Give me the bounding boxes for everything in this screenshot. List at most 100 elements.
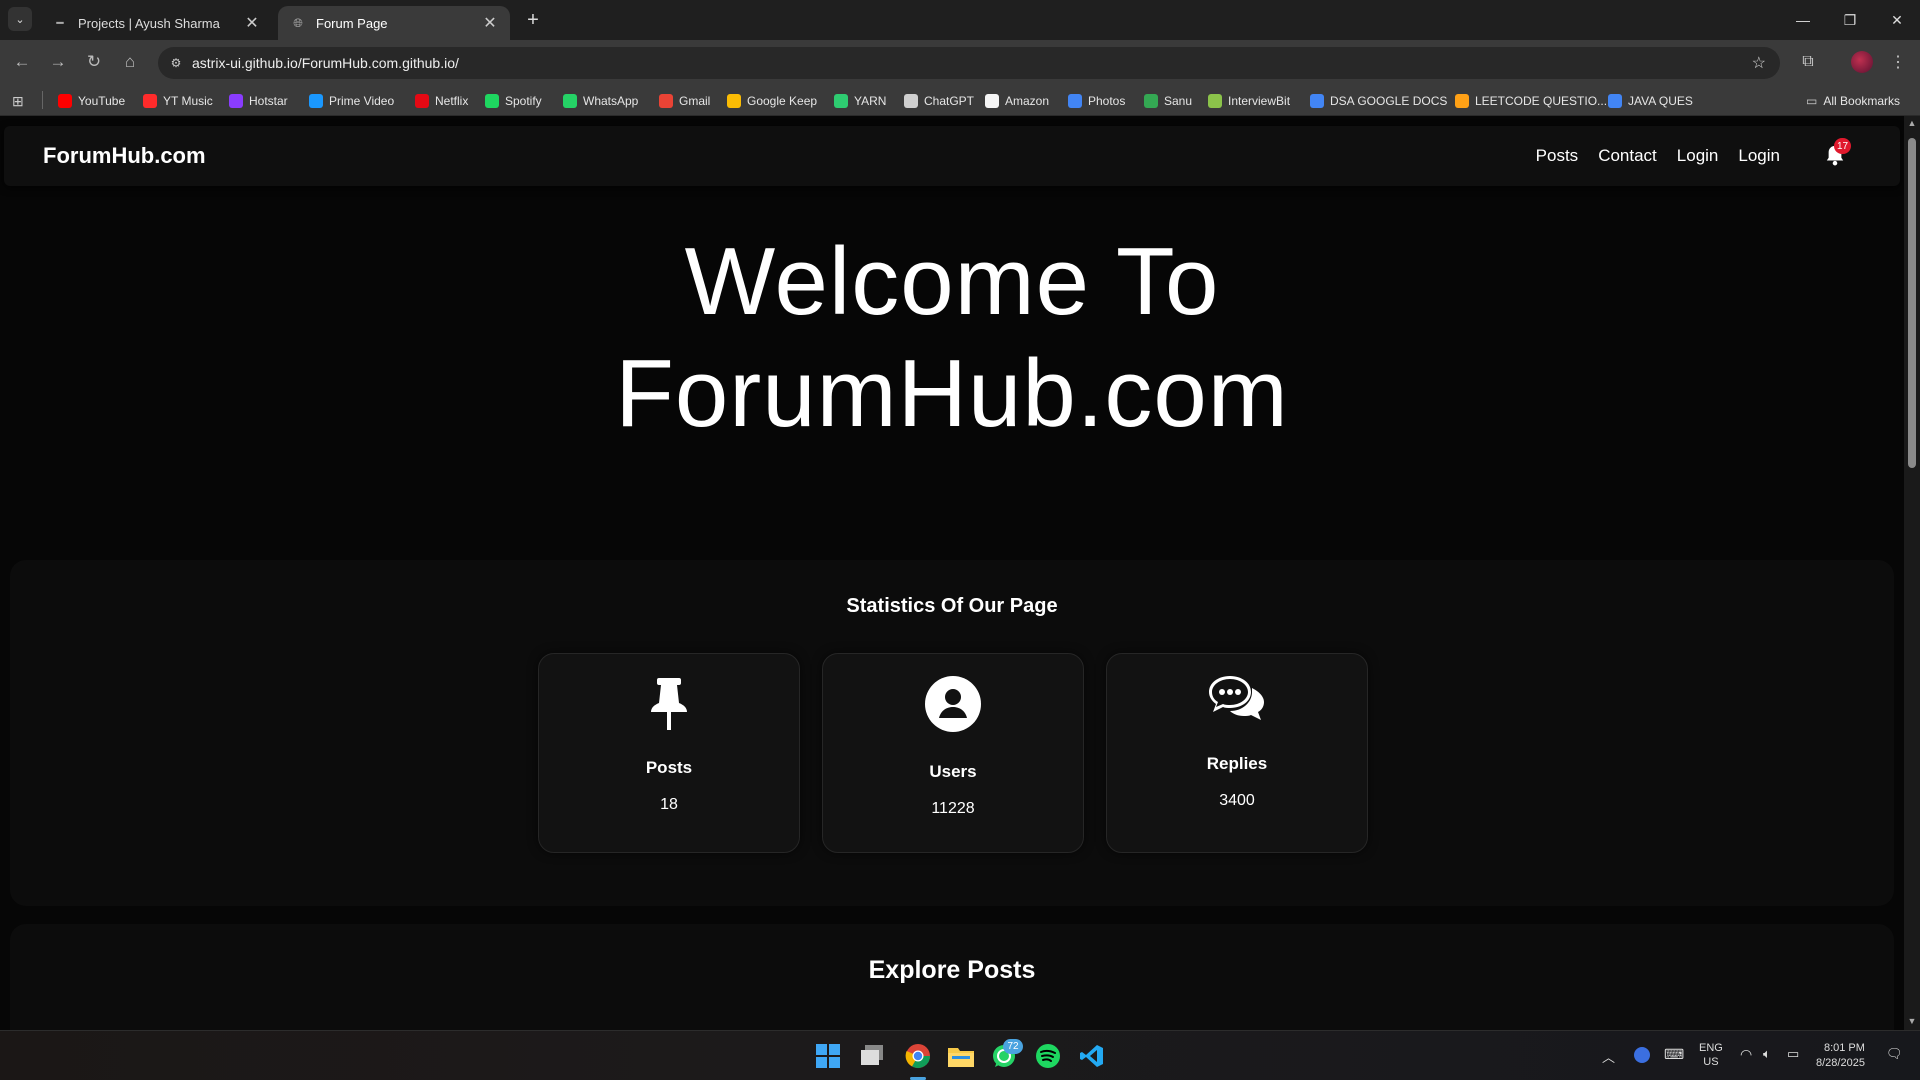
bookmark-label: Google Keep — [747, 94, 818, 108]
vscode-icon[interactable] — [1078, 1042, 1106, 1070]
stat-label-users: Users — [929, 762, 977, 781]
bookmark-favicon-icon — [415, 94, 429, 108]
bookmark-item[interactable]: YT Music — [143, 92, 213, 110]
battery-icon[interactable]: ▭ — [1787, 1046, 1799, 1062]
bookmark-favicon-icon — [309, 94, 323, 108]
bookmark-item[interactable]: Amazon — [985, 92, 1049, 110]
scroll-down-icon[interactable]: ▼ — [1907, 1016, 1917, 1026]
all-bookmarks-label: All Bookmarks — [1823, 94, 1901, 108]
bookmark-item[interactable]: DSA GOOGLE DOCS — [1310, 92, 1447, 110]
tray-app-icon[interactable] — [1634, 1047, 1650, 1063]
bookmark-favicon-icon — [834, 94, 848, 108]
bookmark-label: Sanu — [1164, 94, 1193, 108]
site-brand[interactable]: ForumHub.com — [43, 143, 206, 169]
wifi-icon[interactable]: ◠ — [1740, 1046, 1752, 1063]
statistics-section: Statistics Of Our Page Posts 18 Users 11… — [10, 560, 1894, 906]
tab-search-button[interactable]: ⌄ — [8, 7, 32, 31]
speaker-muted-icon[interactable]: 🔈︎ — [1763, 1046, 1771, 1062]
bookmarks-divider — [42, 91, 43, 109]
site-navbar: ForumHub.com Posts Contact Login Login — [4, 126, 1900, 186]
scroll-up-icon[interactable]: ▲ — [1907, 118, 1917, 128]
nav-login-link[interactable]: Login — [1677, 146, 1719, 166]
bookmark-favicon-icon — [1608, 94, 1622, 108]
bookmark-label: YouTube — [78, 94, 126, 108]
tab-projects[interactable]: ━ Projects | Ayush Sharma ✕ — [40, 6, 272, 40]
reload-icon[interactable]: ↻ — [82, 50, 106, 74]
stat-card-replies: Replies 3400 — [1106, 653, 1368, 853]
url-text[interactable]: astrix-ui.github.io/ForumHub.com.github.… — [192, 55, 459, 71]
nav-login-link-2[interactable]: Login — [1738, 146, 1780, 166]
time-label: 8:01 PM — [1823, 1042, 1865, 1054]
bookmark-label: Prime Video — [329, 94, 395, 108]
bookmark-item[interactable]: Hotstar — [229, 92, 288, 110]
address-bar[interactable]: ⚙ astrix-ui.github.io/ForumHub.com.githu… — [158, 47, 1780, 79]
profile-avatar[interactable] — [1851, 51, 1873, 73]
task-view-icon[interactable] — [859, 1042, 887, 1070]
notification-badge: 17 — [1834, 138, 1852, 154]
new-tab-button[interactable]: + — [520, 7, 546, 33]
clock[interactable]: 8:01 PM 8/28/2025 — [1816, 1041, 1865, 1071]
bookmark-favicon-icon — [1310, 94, 1324, 108]
notifications-icon[interactable]: 🗨︎ — [1886, 1046, 1903, 1062]
nav-contact-link[interactable]: Contact — [1598, 146, 1657, 166]
page-scrollbar[interactable]: ▲ ▼ — [1904, 116, 1920, 1030]
extensions-icon[interactable]: ⧉ — [1796, 50, 1820, 74]
tab-forum-page[interactable]: 🌐︎ Forum Page ✕ — [278, 6, 510, 40]
stat-label-replies: Replies — [1206, 754, 1268, 773]
site-info-icon[interactable]: ⚙ — [168, 55, 184, 71]
bookmark-label: DSA GOOGLE DOCS — [1330, 94, 1448, 108]
stat-value-replies: 3400 — [1219, 792, 1255, 809]
bookmark-item[interactable]: LEETCODE QUESTIO... — [1455, 92, 1607, 110]
bookmark-item[interactable]: WhatsApp — [563, 92, 638, 110]
restore-icon[interactable]: ❐ — [1827, 0, 1873, 40]
close-tab-icon[interactable]: ✕ — [482, 13, 498, 33]
folder-icon: ▭ — [1806, 94, 1818, 108]
bookmark-label: LEETCODE QUESTIO... — [1475, 94, 1608, 108]
close-window-icon[interactable]: ✕ — [1874, 0, 1920, 40]
bookmark-favicon-icon — [1144, 94, 1158, 108]
minimize-icon[interactable]: — — [1780, 0, 1826, 40]
menu-dots-icon[interactable]: ⋮ — [1886, 50, 1910, 74]
all-bookmarks-button[interactable]: ▭ All Bookmarks — [1806, 92, 1900, 110]
chrome-icon[interactable] — [904, 1042, 932, 1070]
back-icon[interactable]: ← — [10, 50, 34, 74]
bookmark-favicon-icon — [563, 94, 577, 108]
bookmark-label: YT Music — [163, 94, 213, 108]
bookmark-item[interactable]: Google Keep — [727, 92, 817, 110]
bookmark-item[interactable]: YouTube — [58, 92, 125, 110]
bookmark-favicon-icon — [1455, 94, 1469, 108]
bookmark-item[interactable]: YARN — [834, 92, 886, 110]
close-tab-icon[interactable]: ✕ — [244, 13, 260, 33]
apps-grid-icon[interactable]: ⊞ — [12, 92, 24, 110]
language-indicator[interactable]: ENG US — [1699, 1041, 1723, 1069]
nav-posts-link[interactable]: Posts — [1536, 146, 1579, 166]
bookmark-label: ChatGPT — [924, 94, 975, 108]
tray-overflow-icon[interactable]: ︿ — [1602, 1047, 1615, 1066]
bookmark-favicon-icon — [1208, 94, 1222, 108]
bookmark-item[interactable]: Photos — [1068, 92, 1125, 110]
scroll-thumb[interactable] — [1908, 138, 1916, 468]
hero-line-2: ForumHub.com — [615, 340, 1289, 447]
date-label: 8/28/2025 — [1816, 1057, 1865, 1069]
bookmark-label: YARN — [854, 94, 887, 108]
home-icon[interactable]: ⌂ — [118, 50, 142, 74]
bookmark-item[interactable]: Prime Video — [309, 92, 394, 110]
windows-start-icon[interactable] — [814, 1042, 842, 1070]
bookmark-item[interactable]: InterviewBit — [1208, 92, 1290, 110]
bookmark-item[interactable]: Spotify — [485, 92, 542, 110]
bookmark-label: Gmail — [679, 94, 711, 108]
bookmark-item[interactable]: ChatGPT — [904, 92, 974, 110]
bookmark-favicon-icon — [229, 94, 243, 108]
bookmark-item[interactable]: Gmail — [659, 92, 710, 110]
bookmark-star-icon[interactable]: ☆ — [1752, 53, 1766, 73]
file-explorer-icon[interactable] — [947, 1042, 975, 1070]
forward-icon[interactable]: → — [46, 50, 70, 74]
bookmark-item[interactable]: JAVA QUES — [1608, 92, 1693, 110]
bookmark-item[interactable]: Sanu — [1144, 92, 1192, 110]
bookmark-label: WhatsApp — [583, 94, 639, 108]
spotify-icon[interactable] — [1034, 1042, 1062, 1070]
keyboard-icon[interactable]: ⌨ — [1664, 1046, 1684, 1063]
bookmark-label: JAVA QUES — [1628, 94, 1693, 108]
whatsapp-badge: 72 — [1003, 1039, 1023, 1054]
bookmark-item[interactable]: Netflix — [415, 92, 468, 110]
